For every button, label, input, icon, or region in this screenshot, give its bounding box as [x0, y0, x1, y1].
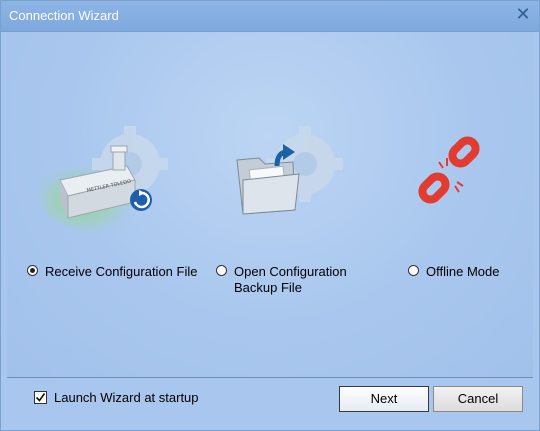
receive-configuration-radio[interactable]: [27, 265, 38, 276]
cancel-button[interactable]: Cancel: [433, 386, 523, 412]
open-folder-icon: [236, 126, 343, 215]
option-offline-mode[interactable]: Offline Mode: [408, 264, 518, 282]
next-button[interactable]: Next: [339, 386, 429, 412]
open-backup-label-line2: Backup File: [234, 280, 302, 295]
option-receive-configuration[interactable]: Receive Configuration File: [27, 264, 197, 282]
close-icon[interactable]: ✕: [513, 5, 533, 25]
title-bar[interactable]: Connection Wizard ✕: [1, 1, 539, 32]
connection-wizard-window: Connection Wizard ✕ METTLER TOLEDO Recei…: [0, 0, 540, 431]
offline-mode-radio[interactable]: [408, 265, 419, 276]
launch-at-startup-label: Launch Wizard at startup: [54, 390, 199, 405]
checkmark-icon: [35, 393, 46, 402]
wizard-content: METTLER TOLEDO Receive Configuration Fil…: [7, 32, 533, 377]
open-backup-radio[interactable]: [216, 265, 227, 276]
open-backup-label-line1: Open Configuration: [234, 264, 347, 279]
broken-link-icon: [418, 136, 480, 204]
offline-mode-label: Offline Mode: [426, 264, 500, 279]
footer-divider: [7, 377, 533, 378]
option-open-backup[interactable]: Open Configuration Backup File: [216, 264, 366, 298]
window-title: Connection Wizard: [9, 8, 119, 23]
receive-configuration-label: Receive Configuration File: [45, 264, 198, 279]
launch-at-startup-checkbox[interactable]: [34, 391, 47, 404]
device-receive-icon: METTLER TOLEDO: [37, 126, 168, 232]
